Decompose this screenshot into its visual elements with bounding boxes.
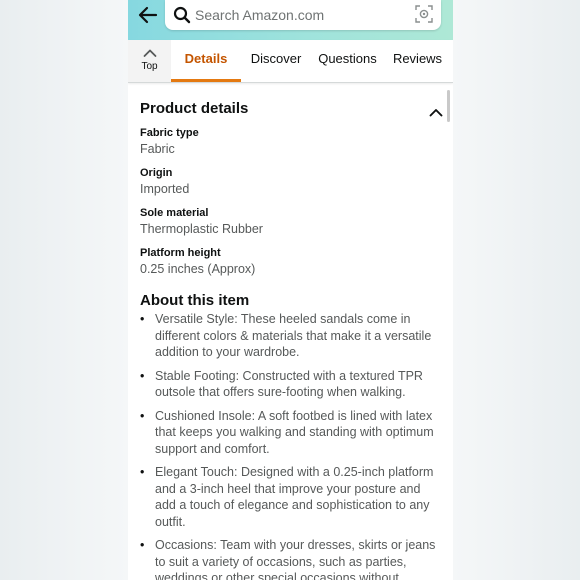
search-input[interactable] bbox=[195, 5, 405, 25]
tab-reviews[interactable]: Reviews bbox=[384, 40, 451, 82]
back-arrow-icon bbox=[138, 6, 158, 24]
detail-value: Thermoplastic Rubber bbox=[140, 222, 263, 236]
bullet-text: Cushioned Insole: A soft footbed is line… bbox=[155, 408, 434, 456]
bullet-dot: • bbox=[140, 465, 145, 479]
chevron-up-icon bbox=[143, 49, 157, 57]
bullet-dot: • bbox=[140, 368, 145, 383]
detail-value: Fabric bbox=[140, 142, 175, 156]
list-item: • Versatile Style: These heeled sandals … bbox=[140, 311, 440, 361]
bullet-dot: • bbox=[140, 312, 145, 326]
bullet-text: Elegant Touch: Designed with a 0.25-inch… bbox=[155, 465, 434, 529]
detail-value: Imported bbox=[140, 182, 190, 196]
list-item: • Cushioned Insole: A soft footbed is li… bbox=[140, 408, 440, 458]
detail-label: Sole material bbox=[140, 207, 209, 219]
bullet-text: Stable Footing: Constructed with a textu… bbox=[155, 368, 423, 400]
list-item: • Occasions: Team with your dresses, ski… bbox=[140, 537, 440, 580]
tab-details[interactable]: Details bbox=[171, 40, 241, 82]
product-details-title: Product details bbox=[140, 100, 249, 117]
bullet-dot: • bbox=[140, 408, 145, 423]
bullet-dot: • bbox=[140, 538, 145, 552]
tab-top-label: Top bbox=[141, 61, 158, 72]
list-item: • Elegant Touch: Designed with a 0.25-in… bbox=[140, 464, 440, 530]
tab-top[interactable]: Top bbox=[128, 40, 171, 82]
detail-label: Platform height bbox=[140, 247, 221, 259]
detail-label: Fabric type bbox=[140, 127, 199, 139]
detail-value: 0.25 inches (Approx) bbox=[140, 262, 256, 276]
chevron-up-icon[interactable] bbox=[429, 108, 443, 117]
camera-icon[interactable] bbox=[415, 5, 433, 23]
bullet-text: Versatile Style: These heeled sandals co… bbox=[155, 312, 432, 359]
back-button[interactable] bbox=[136, 2, 160, 28]
search-icon[interactable] bbox=[173, 6, 191, 24]
about-item-title: About this item bbox=[140, 292, 250, 309]
list-item: • Stable Footing: Constructed with a tex… bbox=[140, 368, 440, 401]
tab-discover[interactable]: Discover bbox=[241, 40, 311, 82]
app-screen: Top Details Discover Questions Reviews P… bbox=[128, 0, 453, 580]
section-tabs: Top Details Discover Questions Reviews bbox=[128, 40, 453, 83]
search-header bbox=[128, 0, 453, 40]
scrollbar[interactable] bbox=[447, 90, 450, 122]
search-bar[interactable] bbox=[165, 0, 441, 30]
about-item-list: • Versatile Style: These heeled sandals … bbox=[140, 311, 440, 580]
bullet-text: Occasions: Team with your dresses, skirt… bbox=[155, 538, 436, 580]
tab-questions[interactable]: Questions bbox=[311, 40, 384, 82]
detail-label: Origin bbox=[140, 167, 173, 179]
